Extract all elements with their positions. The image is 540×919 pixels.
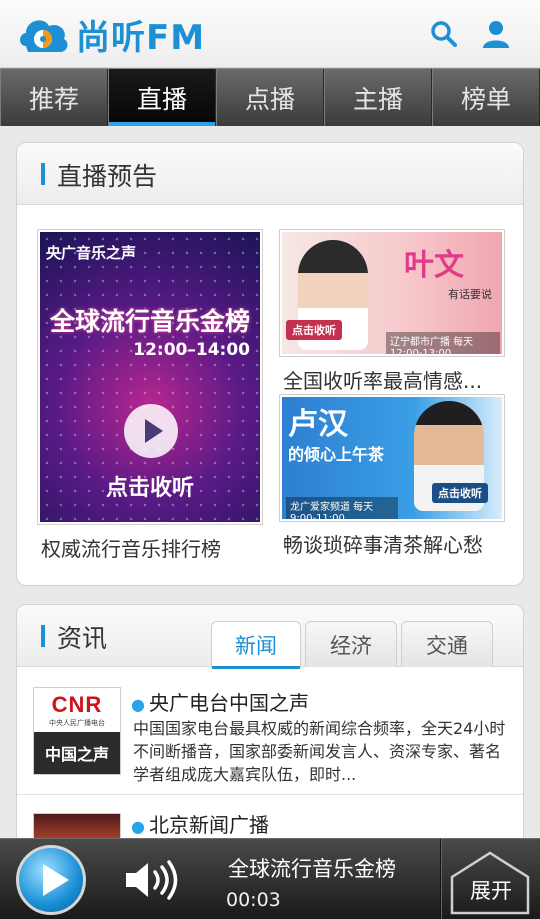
tab-on-demand[interactable]: 点播 [216,69,324,126]
listen-label: 点击收听 [105,476,194,501]
tab-live[interactable]: 直播 [108,69,216,126]
featured-program-caption[interactable]: 权威流行音乐排行榜 [41,533,267,562]
program-time: 12:00–14:00 [133,340,250,360]
section-header: 资讯 新闻 经济 交通 [17,605,523,669]
main-tabbar: 推荐 直播 点播 主播 榜单 [0,68,540,126]
list-item-title: ● 央广电台中国之声 [131,687,309,716]
list-item-title-text: 央广电台中国之声 [148,691,309,715]
program-artwork: 卢汉 的倾心上午茶 点击收听 龙广爱家频道 每天9:00-11:00 [282,397,502,519]
featured-program-thumbnail[interactable]: 央广音乐之声 全球流行音乐金榜 12:00–14:00 点击收听 [37,229,263,525]
listen-button[interactable]: 点击收听 [286,320,342,340]
list-item-title-text: 北京新闻广播 [148,813,269,837]
tab-hosts[interactable]: 主播 [324,69,432,126]
bullet-icon: ● [131,695,145,714]
program-thumbnail-luhan[interactable]: 卢汉 的倾心上午茶 点击收听 龙广爱家频道 每天9:00-11:00 [279,394,505,522]
tab-charts[interactable]: 榜单 [432,69,540,126]
section-title: 资讯 [57,624,108,653]
section-accent-bar [41,163,45,185]
bullet-icon: ● [131,817,145,836]
playback-time: 00:03 [226,889,281,911]
list-item[interactable]: CNR 中央人民广播电台 中国之声 ● 央广电台中国之声 中国国家电台最具权威的新… [17,669,523,795]
now-playing-bar: 全球流行音乐金榜 00:03 展开 [0,838,540,919]
logo-text: 尚听FM [76,18,206,58]
section-title: 直播预告 [57,162,158,191]
tab-economy[interactable]: 经济 [305,621,397,667]
volume-icon[interactable] [122,859,178,901]
logo-bottom-text: 中国之声 [34,732,120,774]
logo-small-text: 中央人民广播电台 [49,719,105,727]
featured-program-artwork: 央广音乐之声 全球流行音乐金榜 12:00–14:00 点击收听 [40,232,260,522]
program-caption[interactable]: 全国收听率最高情感... [283,365,509,394]
play-circle-icon[interactable] [124,404,178,458]
station-logo: CNR 中央人民广播电台 中国之声 [33,687,121,775]
tab-traffic[interactable]: 交通 [401,621,493,667]
expand-button[interactable]: 展开 [470,875,512,905]
host-name: 叶文 [404,248,464,283]
logo-icon [20,19,68,52]
tab-news[interactable]: 新闻 [211,621,301,669]
live-preview-card: 直播预告 央广音乐之声 全球流行音乐金榜 12:00–14:00 点击收听 权威… [16,142,524,586]
user-icon[interactable] [480,18,512,50]
section-header: 直播预告 [17,143,523,205]
app-logo: 尚听FM [16,10,205,59]
logo-cnr-text: CNR [51,692,103,717]
program-meta: 辽宁都市广播 每天12:00-13:00 [386,332,500,354]
program-headline: 全球流行音乐金榜 [49,307,250,336]
program-meta: 龙广爱家频道 每天9:00-11:00 [286,497,398,519]
app-header: 尚听FM [0,0,540,68]
list-item-description: 中国国家电台最具权威的新闻综合频率，全天24小时不间断播音，国家部委新闻发言人、… [133,719,506,784]
program-artwork: 叶文 有话要说 点击收听 辽宁都市广播 每天12:00-13:00 [282,232,502,354]
host-name: 卢汉 [288,407,348,442]
play-button[interactable] [16,845,86,915]
program-caption[interactable]: 畅谈琐碎事清茶解心愁 [283,529,509,558]
program-subtitle: 的倾心上午茶 [288,445,385,464]
program-station-tag: 央广音乐之声 [46,244,137,262]
now-playing-title: 全球流行音乐金榜 [228,857,396,881]
divider [440,839,442,919]
tab-recommend[interactable]: 推荐 [0,69,108,126]
program-thumbnail-yewen[interactable]: 叶文 有话要说 点击收听 辽宁都市广播 每天12:00-13:00 [279,229,505,357]
list-item-title: ● 北京新闻广播 [131,809,269,838]
logo-top: CNR 中央人民广播电台 [34,688,120,732]
program-subtitle: 有话要说 [448,288,492,301]
search-icon[interactable] [428,18,460,50]
section-accent-bar [41,625,45,647]
listen-button[interactable]: 点击收听 [432,483,488,503]
